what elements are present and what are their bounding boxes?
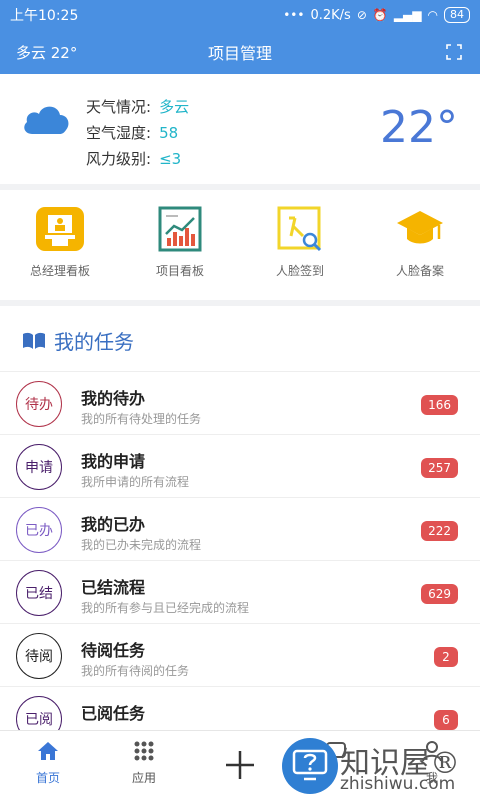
task-title: 我的待办 bbox=[81, 389, 146, 408]
weather-row-humidity: 空气湿度: 58 bbox=[86, 124, 179, 142]
alarm-icon: ⏰ bbox=[372, 8, 388, 22]
tab-label: 应用 bbox=[131, 771, 156, 785]
question-mark-icon bbox=[282, 738, 338, 794]
task-item-to-read[interactable]: 待阅 待阅任务 我的所有待阅的任务 2 bbox=[0, 624, 480, 687]
count-badge: 6 bbox=[434, 710, 458, 730]
status-time: 上午10:25 bbox=[10, 8, 79, 24]
header-weather: 多云 22° bbox=[16, 43, 78, 62]
task-title: 已阅任务 bbox=[81, 704, 146, 723]
book-icon bbox=[23, 332, 45, 349]
fullscreen-icon[interactable] bbox=[446, 44, 462, 60]
task-title: 待阅任务 bbox=[81, 641, 146, 660]
task-item-done[interactable]: 已办 我的已办 我的已办未完成的流程 222 bbox=[0, 498, 480, 561]
grid-icon bbox=[132, 739, 156, 763]
home-icon bbox=[36, 739, 60, 763]
manager-board-icon bbox=[35, 206, 85, 252]
count-badge: 629 bbox=[421, 584, 458, 604]
quick-face-record[interactable]: 人脸备案 bbox=[360, 190, 480, 300]
tab-home[interactable]: 首页 bbox=[0, 731, 96, 800]
task-desc: 我的已办未完成的流程 bbox=[81, 538, 202, 552]
task-desc: 我的所有待阅的任务 bbox=[81, 664, 190, 678]
status-indicators: ••• 0.2K/s ⊘ ⏰ ▂▄▆ ◠ 84 bbox=[283, 7, 470, 23]
task-title: 我的申请 bbox=[81, 452, 146, 471]
quick-face-checkin[interactable]: 人脸签到 bbox=[240, 190, 360, 300]
task-item-applications[interactable]: 申请 我的申请 我所申请的所有流程 257 bbox=[0, 435, 480, 498]
weather-details: 天气情况: 多云 空气湿度: 58 风力级别: ≤3 bbox=[86, 94, 189, 172]
temperature-display: 22° bbox=[380, 102, 458, 153]
quick-actions: 总经理看板 项目看板 人脸签到 人脸备案 bbox=[0, 190, 480, 300]
task-tag-circle: 已结 bbox=[16, 570, 62, 616]
network-speed: 0.2K/s bbox=[310, 7, 351, 23]
task-tag-circle: 待办 bbox=[16, 381, 62, 427]
project-board-icon bbox=[155, 206, 205, 252]
task-item-todo[interactable]: 待办 我的待办 我的所有待处理的任务 166 bbox=[0, 372, 480, 435]
task-tag-circle: 申请 bbox=[16, 444, 62, 490]
tab-label: 首页 bbox=[35, 771, 60, 785]
app-header: 多云 22° 项目管理 bbox=[0, 30, 480, 74]
cloud-icon bbox=[24, 106, 69, 134]
section-title: 我的任务 bbox=[54, 330, 134, 354]
tasks-section-header: 我的任务 bbox=[0, 306, 480, 372]
task-desc: 我的所有参与且已经完成的流程 bbox=[81, 601, 250, 615]
task-title: 已结流程 bbox=[81, 578, 146, 597]
task-title: 我的已办 bbox=[81, 515, 146, 534]
task-desc: 我的所有待处理的任务 bbox=[81, 412, 202, 426]
count-badge: 166 bbox=[421, 395, 458, 415]
task-desc: 我所申请的所有流程 bbox=[81, 475, 190, 489]
dots-icon: ••• bbox=[283, 8, 305, 22]
watermark-domain: zhishiwu.com bbox=[340, 774, 456, 794]
weather-row-wind: 风力级别: ≤3 bbox=[86, 150, 182, 168]
signal-icon: ▂▄▆ bbox=[393, 8, 422, 22]
plus-icon bbox=[220, 745, 260, 785]
tab-add[interactable] bbox=[192, 731, 288, 800]
mute-icon: ⊘ bbox=[356, 8, 367, 22]
quick-manager-board[interactable]: 总经理看板 bbox=[0, 190, 120, 300]
count-badge: 2 bbox=[434, 647, 458, 667]
task-tag-circle: 待阅 bbox=[16, 633, 62, 679]
tab-apps[interactable]: 应用 bbox=[96, 731, 192, 800]
count-badge: 257 bbox=[421, 458, 458, 478]
task-list: 待办 我的待办 我的所有待处理的任务 166 申请 我的申请 我所申请的所有流程… bbox=[0, 372, 480, 750]
quick-project-board[interactable]: 项目看板 bbox=[120, 190, 240, 300]
face-record-icon bbox=[395, 206, 445, 252]
count-badge: 222 bbox=[421, 521, 458, 541]
battery-icon: 84 bbox=[444, 7, 470, 23]
wifi-icon: ◠ bbox=[427, 8, 438, 22]
task-tag-circle: 已办 bbox=[16, 507, 62, 553]
watermark: 知识屋® zhishiwu.com bbox=[278, 734, 478, 798]
status-bar: 上午10:25 ••• 0.2K/s ⊘ ⏰ ▂▄▆ ◠ 84 bbox=[0, 0, 480, 30]
weather-row-condition: 天气情况: 多云 bbox=[86, 98, 190, 116]
face-checkin-icon bbox=[275, 206, 325, 252]
task-item-closed[interactable]: 已结 已结流程 我的所有参与且已经完成的流程 629 bbox=[0, 561, 480, 624]
weather-card: 天气情况: 多云 空气湿度: 58 风力级别: ≤3 22° bbox=[0, 74, 480, 184]
